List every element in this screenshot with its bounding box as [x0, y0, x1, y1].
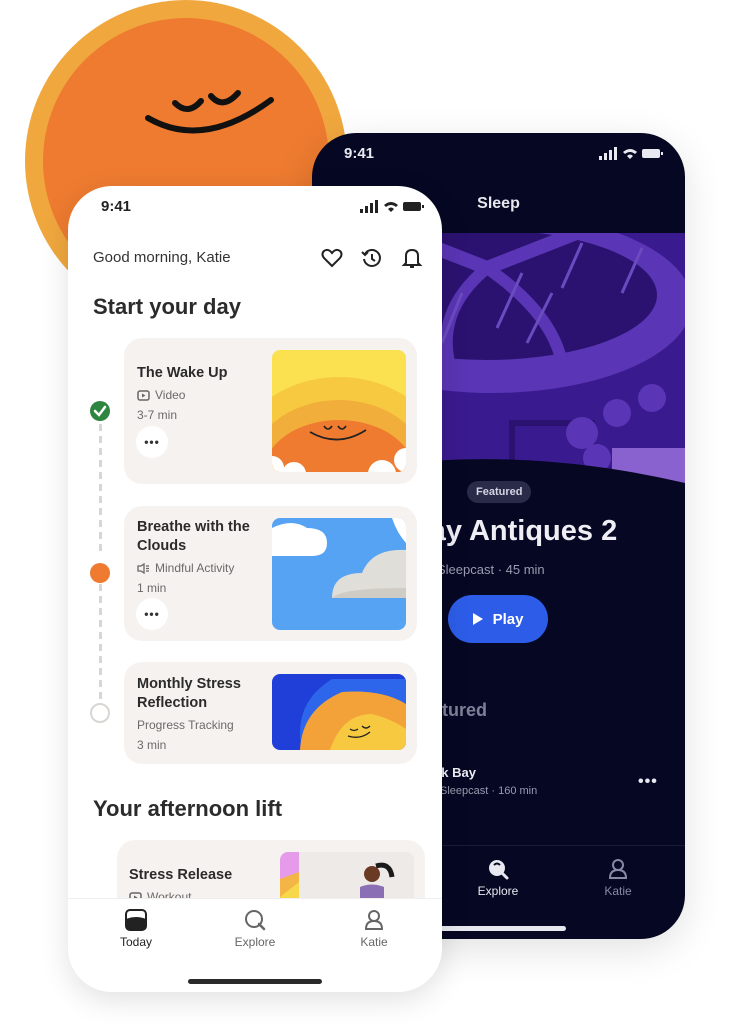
bell-icon[interactable] [400, 246, 424, 270]
play-label: Play [492, 610, 524, 628]
more-options-button[interactable]: ••• [638, 773, 658, 791]
smiling-face-icon [145, 90, 274, 134]
current-step-dot [90, 563, 110, 583]
tab-bar: Today Explore Katie [68, 898, 442, 992]
audio-icon [137, 562, 149, 574]
card-type-label: Mindful Activity [155, 561, 235, 575]
home-indicator [432, 926, 566, 931]
card-breathe-with-the-clouds[interactable]: Breathe with the Clouds Mindful Activity… [124, 506, 417, 641]
card-type: Progress Tracking [137, 718, 234, 732]
status-time: 9:41 [101, 198, 132, 215]
card-type-label: Video [155, 388, 186, 402]
search-icon [489, 860, 509, 880]
tab-label: Explore [234, 935, 276, 949]
more-options-button[interactable]: ••• [136, 426, 168, 458]
card-duration: 3 min [137, 738, 167, 752]
tab-explore[interactable]: Explore [215, 909, 295, 949]
card-title: The Wake Up [137, 365, 228, 381]
search-icon [245, 910, 266, 931]
tab-label: Katie [604, 884, 632, 898]
upcoming-step-dot [90, 703, 110, 723]
featured-title[interactable]: day Antiques 2 [412, 515, 617, 548]
tab-profile[interactable]: Katie [334, 909, 414, 949]
tab-label: Explore [477, 884, 519, 898]
tab-explore[interactable]: Explore [458, 858, 538, 898]
card-title: Monthly Stress Reflection [137, 676, 241, 711]
status-time: 9:41 [344, 145, 375, 162]
featured-badge: Featured [467, 481, 532, 503]
card-type: Video [137, 388, 185, 402]
video-icon [137, 389, 150, 401]
play-button[interactable]: Play [448, 595, 548, 643]
featured-meta-text: Sleepcast · 45 min [437, 562, 545, 577]
card-duration: 1 min [137, 581, 167, 595]
list-item-meta: Sleepcast · 160 min [440, 785, 538, 797]
greeting: Good morning, Katie [93, 249, 231, 266]
section-title-start-your-day: Start your day [93, 294, 241, 319]
tab-label: Today [119, 935, 153, 949]
more-options-button[interactable]: ••• [136, 598, 168, 630]
heart-icon[interactable] [320, 246, 344, 270]
history-icon[interactable] [360, 246, 384, 270]
wake-up-thumbnail [272, 350, 406, 472]
timeline-line [99, 424, 102, 554]
card-duration: 3-7 min [137, 408, 178, 422]
tab-label: Katie [360, 935, 388, 949]
card-type: Mindful Activity [137, 561, 234, 575]
card-the-wake-up[interactable]: The Wake Up Video 3-7 min ••• [124, 338, 417, 484]
timeline-line [99, 584, 102, 704]
check-icon [90, 401, 110, 421]
profile-icon [364, 910, 384, 930]
status-icons [599, 147, 663, 166]
profile-icon [608, 859, 628, 879]
clouds-thumbnail [272, 518, 406, 630]
card-title: Stress Release [129, 867, 233, 883]
featured-meta: Sleepcast · 45 min [437, 562, 545, 577]
today-icon [125, 909, 147, 931]
tab-today[interactable]: Today [96, 909, 176, 949]
tab-profile[interactable]: Katie [578, 858, 658, 898]
today-phone-screen: 9:41 Good morning, Katie Start your day … [68, 186, 442, 992]
play-icon [472, 613, 483, 625]
card-monthly-stress-reflection[interactable]: Monthly Stress Reflection Progress Track… [124, 662, 417, 764]
section-title-afternoon-lift: Your afternoon lift [93, 796, 283, 821]
card-title: Breathe with the Clouds [137, 519, 250, 554]
status-icons [360, 200, 424, 219]
home-indicator [188, 979, 322, 984]
stress-reflection-thumbnail [272, 674, 406, 750]
